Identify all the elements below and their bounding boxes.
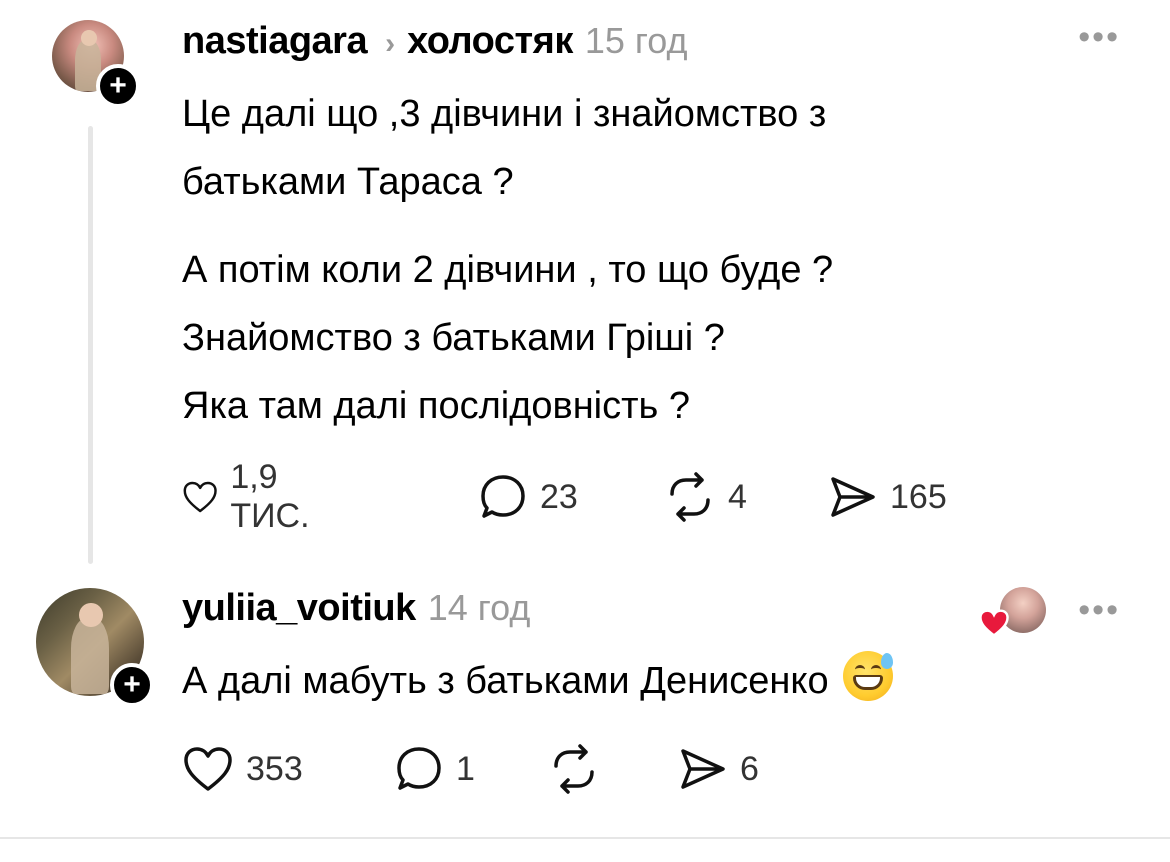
speech-bubble-icon <box>397 747 441 790</box>
timestamp: 14 год <box>427 587 531 628</box>
chevron-right-icon: › <box>385 27 396 60</box>
share-count: 165 <box>890 477 947 516</box>
reply-post: + yuliia_voitiuk 14 год ••• А далі мабут… <box>0 575 1170 837</box>
repost-icon <box>670 472 710 522</box>
post-header: nastiagara › холостяк 15 год <box>182 20 687 63</box>
post-text-line: Яка там далі послідовність ? <box>182 385 691 427</box>
like-count: 353 <box>246 749 303 788</box>
like-button[interactable]: 1,9 ТИС. <box>182 458 325 535</box>
thread-connector-line <box>88 126 93 564</box>
share-count: 6 <box>740 749 759 788</box>
repost-button[interactable] <box>548 739 600 799</box>
heart-icon <box>184 747 232 791</box>
post-text-line: батьками Тараса ? <box>182 161 514 203</box>
repost-count: 4 <box>728 477 747 516</box>
follow-button[interactable]: + <box>96 64 140 108</box>
send-icon <box>681 749 725 789</box>
reply-count: 1 <box>456 749 475 788</box>
post-text-line: Знайомство з батьками Гріші ? <box>182 317 725 359</box>
reply-count: 23 <box>540 477 578 516</box>
liked-by-author-indicator <box>978 587 1048 639</box>
heart-icon <box>979 609 1009 637</box>
post-text: А далі мабуть з батьками Денисенко <box>182 647 893 715</box>
share-button[interactable]: 165 <box>828 467 947 527</box>
post-header: yuliia_voitiuk 14 год <box>182 587 530 630</box>
post-text-line: Це далі що ,3 дівчини і знайомство з <box>182 93 827 135</box>
reply-button[interactable]: 1 <box>394 739 475 799</box>
username[interactable]: yuliia_voitiuk <box>182 587 416 630</box>
divider <box>0 837 1170 839</box>
more-options-icon[interactable]: ••• <box>1078 593 1120 627</box>
send-icon <box>831 477 875 517</box>
post-text-line: А потім коли 2 дівчини , то що буде ? <box>182 249 834 291</box>
speech-bubble-icon <box>481 475 525 518</box>
grinning-face-with-sweat-icon <box>842 651 893 701</box>
like-count: 1,9 ТИС. <box>230 458 310 535</box>
repost-button[interactable]: 4 <box>664 467 747 527</box>
thread-post: + nastiagara › холостяк 15 год ••• Це да… <box>0 0 1170 575</box>
follow-button[interactable]: + <box>110 663 154 707</box>
share-button[interactable]: 6 <box>678 739 759 799</box>
community-name[interactable]: холостяк <box>407 20 573 63</box>
post-text-content: А далі мабуть з батьками Денисенко <box>182 660 829 702</box>
reply-button[interactable]: 23 <box>478 467 578 527</box>
repost-icon <box>554 744 594 794</box>
username[interactable]: nastiagara <box>182 20 368 63</box>
more-options-icon[interactable]: ••• <box>1078 20 1120 54</box>
heart-icon <box>183 481 217 513</box>
timestamp: 15 год <box>584 20 688 61</box>
like-button[interactable]: 353 <box>182 739 303 799</box>
